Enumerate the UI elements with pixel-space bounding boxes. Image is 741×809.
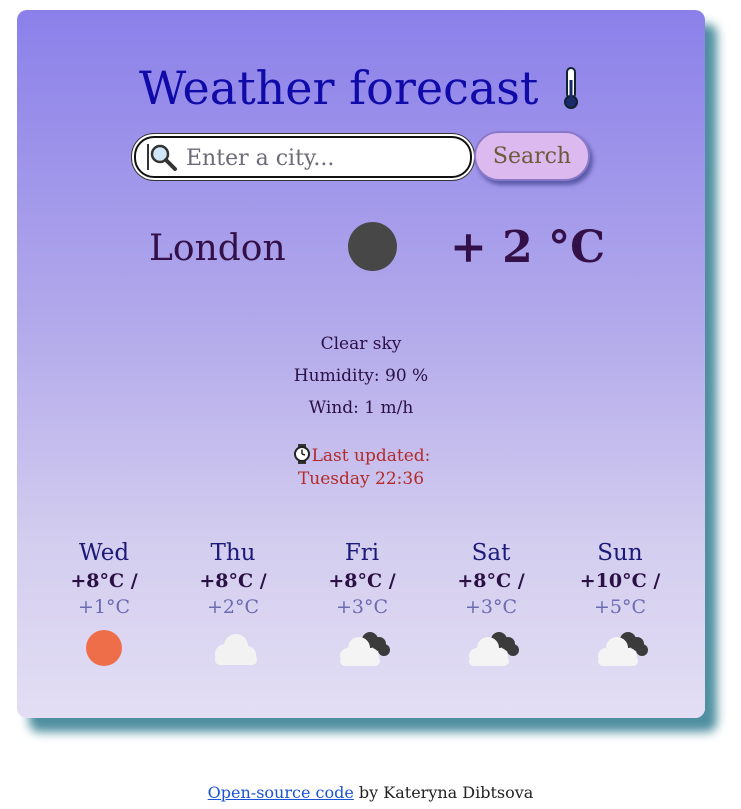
forecast-day-name: Thu [210, 540, 256, 566]
forecast-day: Sat +8°C / +3°C [426, 538, 556, 668]
forecast-day: Wed +8°C / +1°C [39, 538, 169, 668]
city-name: London [149, 228, 286, 269]
current-temperature: + 2 °C [450, 222, 606, 273]
weather-card: Weather forecast Search London + 2 °C Cl… [17, 10, 705, 718]
weather-details: Clear sky Humidity: 90 % Wind: 1 m/h [17, 328, 705, 424]
forecast-day-name: Fri [344, 540, 380, 566]
forecast-min-temp: +2°C [206, 596, 260, 618]
watch-icon [293, 444, 310, 464]
forecast-max-temp: +8°C / [70, 570, 138, 592]
forecast-max-temp: +8°C / [457, 570, 525, 592]
forecast-day: Thu +8°C / +2°C [168, 538, 298, 668]
moon-dark-circle-icon [348, 222, 397, 271]
footer: Open-source code by Kateryna Dibtsova [0, 783, 741, 802]
search-input[interactable] [184, 142, 458, 174]
forecast-day: Sun +10°C / +5°C [555, 538, 685, 668]
broken-clouds-icon [332, 626, 392, 668]
last-updated-label: Last updated: [311, 446, 431, 466]
open-source-link[interactable]: Open-source code [208, 783, 354, 802]
page-title: Weather forecast [17, 58, 705, 118]
cloud-icon [203, 626, 263, 668]
page-title-text: Weather forecast [139, 61, 539, 115]
forecast-max-temp: +8°C / [199, 570, 267, 592]
forecast-max-temp: +10°C / [579, 570, 661, 592]
wind-value: Wind: 1 m/h [308, 398, 414, 418]
footer-author: by Kateryna Dibtsova [358, 783, 534, 802]
forecast-day-name: Wed [78, 540, 130, 566]
broken-clouds-icon [590, 626, 650, 668]
forecast-min-temp: +3°C [464, 596, 518, 618]
forecast-max-temp: +8°C / [328, 570, 396, 592]
forecast-row: Wed +8°C / +1°C Thu +8°C / +2°C Fri +8°C… [27, 538, 695, 678]
broken-clouds-icon [461, 626, 521, 668]
forecast-day-name: Sat [471, 540, 511, 566]
text-cursor [147, 144, 149, 170]
humidity-value: Humidity: 90 % [293, 366, 429, 386]
weather-description: Clear sky [320, 334, 402, 354]
last-updated-time: Tuesday 22:36 [297, 469, 425, 489]
last-updated: Last updated: Tuesday 22:36 [17, 444, 705, 491]
search-button[interactable]: Search [474, 131, 590, 181]
forecast-min-temp: +1°C [77, 596, 131, 618]
search-field[interactable] [134, 136, 472, 178]
thermometer-icon [563, 67, 578, 109]
sun-icon [74, 626, 134, 668]
magnifier-icon [150, 144, 177, 171]
forecast-day: Fri +8°C / +3°C [297, 538, 427, 668]
forecast-min-temp: +3°C [335, 596, 389, 618]
forecast-min-temp: +5°C [593, 596, 647, 618]
forecast-day-name: Sun [597, 540, 643, 566]
